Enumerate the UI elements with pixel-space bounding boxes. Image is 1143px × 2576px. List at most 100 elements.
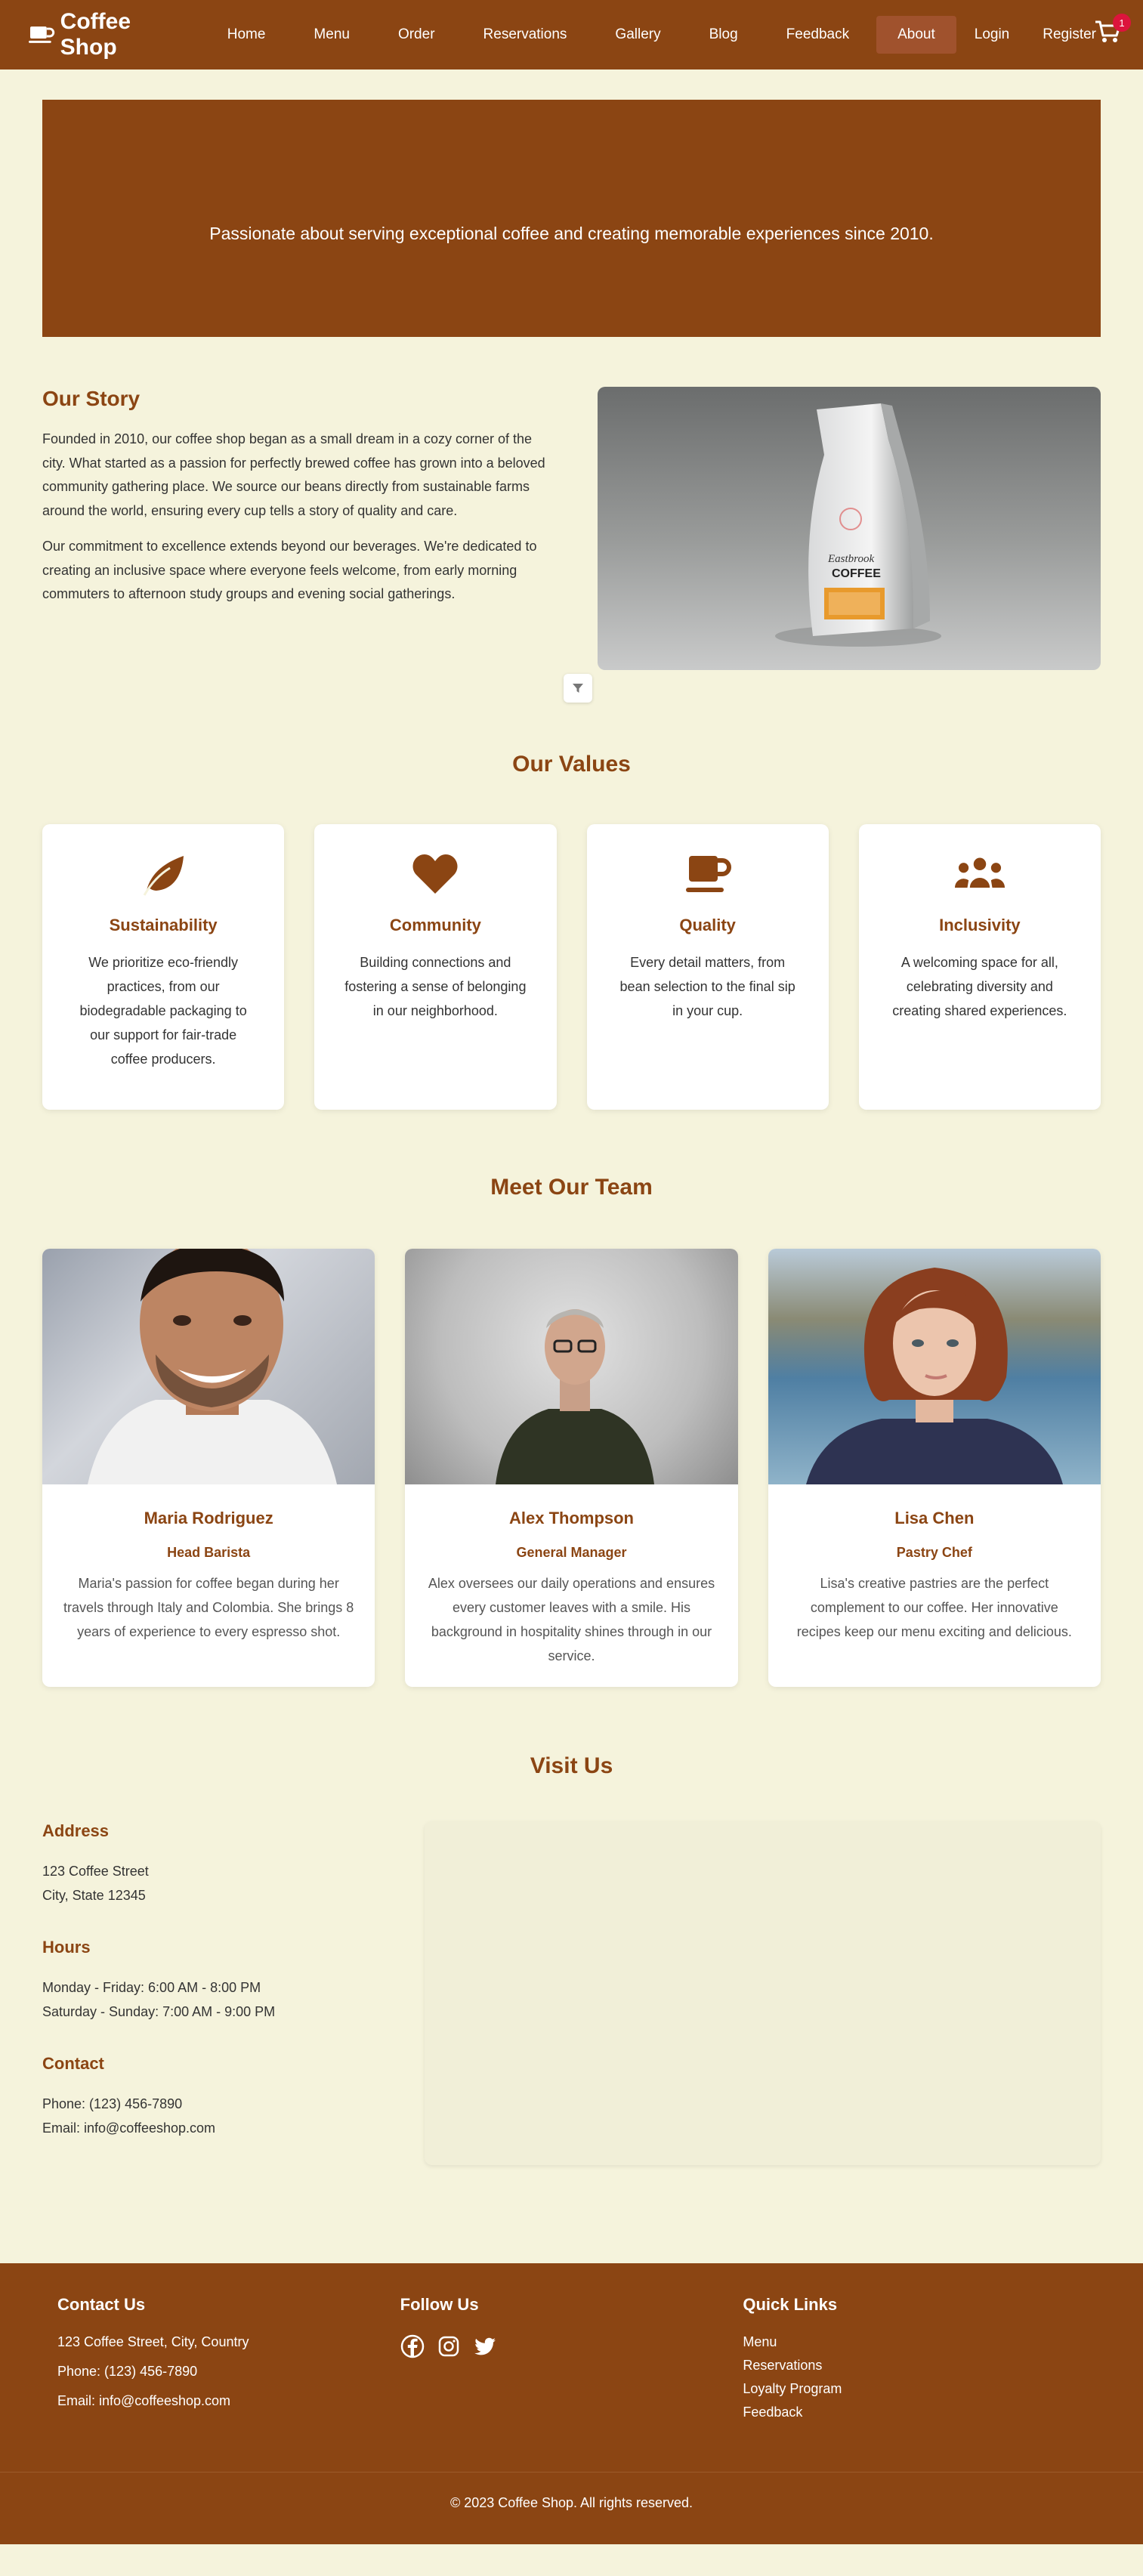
member-photo — [405, 1249, 738, 1484]
member-portrait-illustration — [88, 1249, 337, 1484]
hero-tagline: Passionate about serving exceptional cof… — [209, 223, 934, 243]
member-name: Lisa Chen — [894, 1509, 975, 1527]
address-block: Address 123 Coffee Street City, State 12… — [42, 1821, 373, 1907]
footer-follow: Follow Us — [400, 2295, 743, 2428]
footer-address: 123 Coffee Street, City, Country — [57, 2334, 249, 2349]
footer-columns: Contact Us 123 Coffee Street, City, Coun… — [0, 2263, 1143, 2428]
nav-link-reservations[interactable]: Reservations — [462, 16, 588, 54]
footer-link-reservations[interactable]: Reservations — [743, 2358, 1086, 2374]
nav-menu: Home Menu Order Reservations Gallery Blo… — [203, 16, 1114, 54]
instagram-icon[interactable] — [437, 2334, 461, 2358]
member-role: General Manager — [516, 1545, 627, 1560]
hours-line: Monday - Friday: 6:00 AM - 8:00 PM — [42, 1980, 261, 1995]
nav-link-about[interactable]: About — [876, 16, 956, 54]
story-paragraph: Our commitment to excellence extends bey… — [42, 539, 537, 601]
contact-phone: Phone: (123) 456-7890 — [42, 2096, 183, 2111]
value-text: A welcoming space for all, celebrating d… — [892, 955, 1067, 1018]
filter-funnel-icon — [573, 684, 583, 693]
brand-logo[interactable]: Coffee Shop — [29, 9, 193, 60]
team-member-card: Alex Thompson General Manager Alex overs… — [405, 1249, 738, 1687]
our-story-section: Our Story Founded in 2010, our coffee sh… — [42, 387, 1101, 670]
member-name: Maria Rodriguez — [144, 1509, 273, 1527]
coffee-bag-image: Eastbrook COFFEE — [598, 387, 1101, 670]
cart-button[interactable]: 1 — [1095, 14, 1131, 50]
hours-heading: Hours — [42, 1938, 91, 1957]
member-portrait-illustration — [496, 1309, 655, 1484]
member-role: Head Barista — [167, 1545, 251, 1560]
member-bio: Alex oversees our daily operations and e… — [428, 1576, 715, 1663]
value-card: Sustainability We prioritize eco-friendl… — [42, 824, 285, 1110]
nav-link-feedback[interactable]: Feedback — [765, 16, 870, 54]
member-bio: Maria's passion for coffee began during … — [63, 1576, 354, 1639]
address-line: City, State 12345 — [42, 1888, 146, 1903]
scroll-down-button[interactable] — [564, 674, 592, 703]
footer-copyright: © 2023 Coffee Shop. All rights reserved. — [0, 2472, 1143, 2511]
map-embed[interactable] — [425, 1821, 1101, 2165]
footer-links-heading: Quick Links — [743, 2295, 838, 2314]
twitter-icon[interactable] — [473, 2334, 497, 2358]
story-paragraph: Founded in 2010, our coffee shop began a… — [42, 431, 545, 518]
visit-info: Address 123 Coffee Street City, State 12… — [42, 1821, 373, 2170]
member-role: Pastry Chef — [896, 1545, 972, 1560]
value-text: Every detail matters, from bean selectio… — [619, 955, 795, 1018]
leaf-icon — [143, 856, 184, 896]
member-portrait-illustration — [805, 1268, 1063, 1484]
footer-phone: Phone: (123) 456-7890 — [57, 2364, 198, 2379]
value-card: Quality Every detail matters, from bean … — [586, 824, 829, 1110]
bag-brand-text: Eastbrook — [827, 553, 874, 565]
footer-contact: Contact Us 123 Coffee Street, City, Coun… — [57, 2295, 400, 2428]
nav-link-order[interactable]: Order — [377, 16, 456, 54]
member-name: Alex Thompson — [508, 1509, 634, 1527]
footer-email: Email: info@coffeeshop.com — [57, 2393, 231, 2408]
login-link[interactable]: Login — [959, 16, 1025, 54]
value-text: Building connections and fostering a sen… — [344, 955, 527, 1018]
footer-link-feedback[interactable]: Feedback — [743, 2405, 1086, 2420]
footer-follow-heading: Follow Us — [400, 2295, 479, 2314]
values-title: Our Values — [512, 752, 631, 777]
value-title: Inclusivity — [939, 916, 1021, 934]
nav-link-home[interactable]: Home — [206, 16, 287, 54]
address-heading: Address — [42, 1821, 110, 1840]
bag-label-text: COFFEE — [832, 567, 881, 580]
site-footer: Contact Us 123 Coffee Street, City, Coun… — [0, 2263, 1143, 2544]
value-card: Inclusivity A welcoming space for all, c… — [858, 824, 1101, 1110]
team-title: Meet Our Team — [490, 1175, 653, 1200]
footer-link-menu[interactable]: Menu — [743, 2334, 1086, 2350]
top-navigation: Coffee Shop Home Menu Order Reservations… — [0, 0, 1143, 69]
cart-count-badge: 1 — [1113, 14, 1131, 32]
hours-block: Hours Monday - Friday: 6:00 AM - 8:00 PM… — [42, 1938, 373, 2024]
facebook-icon[interactable] — [400, 2334, 425, 2358]
coffee-cup-logo-icon — [29, 26, 55, 43]
story-text: Our Story Founded in 2010, our coffee sh… — [42, 387, 546, 670]
visit-section: Address 123 Coffee Street City, State 12… — [42, 1821, 1101, 2170]
value-title: Sustainability — [109, 916, 218, 934]
address-line: 123 Coffee Street — [42, 1864, 149, 1879]
contact-heading: Contact — [42, 2054, 104, 2073]
values-grid: Sustainability We prioritize eco-friendl… — [42, 824, 1101, 1110]
value-title: Community — [389, 916, 481, 934]
contact-block: Contact Phone: (123) 456-7890 Email: inf… — [42, 2054, 373, 2140]
footer-quick-links: Quick Links Menu Reservations Loyalty Pr… — [743, 2295, 1086, 2428]
visit-title: Visit Us — [530, 1753, 613, 1778]
users-icon — [954, 857, 1005, 888]
member-photo — [768, 1249, 1101, 1484]
member-bio: Lisa's creative pastries are the perfect… — [796, 1576, 1072, 1639]
story-title: Our Story — [42, 387, 141, 410]
value-card: Community Building connections and foste… — [314, 824, 557, 1110]
team-member-card: Lisa Chen Pastry Chef Lisa's creative pa… — [768, 1249, 1101, 1687]
team-member-card: Maria Rodriguez Head Barista Maria's pas… — [42, 1249, 375, 1687]
coffee-cup-icon — [685, 856, 731, 892]
team-grid: Maria Rodriguez Head Barista Maria's pas… — [42, 1249, 1101, 1687]
social-links — [400, 2334, 743, 2358]
value-title: Quality — [679, 916, 736, 934]
coffee-bag-illustration: Eastbrook COFFEE — [775, 403, 942, 647]
nav-link-blog[interactable]: Blog — [688, 16, 759, 54]
nav-link-gallery[interactable]: Gallery — [594, 16, 681, 54]
contact-email: Email: info@coffeeshop.com — [42, 2120, 216, 2136]
hours-line: Saturday - Sunday: 7:00 AM - 9:00 PM — [42, 2004, 276, 2019]
footer-link-loyalty[interactable]: Loyalty Program — [743, 2381, 1086, 2397]
member-photo — [42, 1249, 375, 1484]
heart-icon — [412, 854, 458, 894]
nav-link-menu[interactable]: Menu — [292, 16, 371, 54]
brand-name: Coffee Shop — [60, 9, 131, 60]
